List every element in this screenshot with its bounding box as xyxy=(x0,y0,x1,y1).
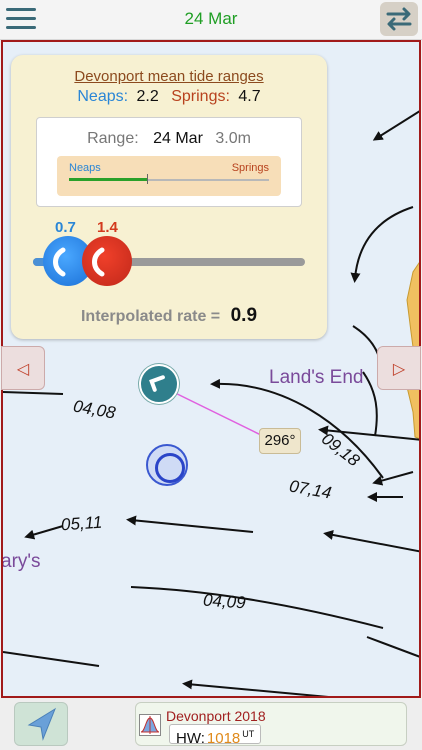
stream-arrow xyxy=(126,515,254,533)
previous-hour-button[interactable]: ◁ xyxy=(1,346,45,390)
navigation-arrow-icon xyxy=(27,707,57,741)
clock-icon xyxy=(149,375,165,392)
range-fill xyxy=(69,178,147,181)
range-bar-neaps-label: Neaps xyxy=(69,162,101,174)
mean-ranges: Neaps: 2.2 Springs: 4.7 xyxy=(11,88,327,106)
bottom-bar: Devonport 2018 HW: 1018 UT xyxy=(0,698,422,750)
stream-arrow xyxy=(350,206,414,283)
location-marker[interactable] xyxy=(146,444,188,486)
chevron-right-icon: ▷ xyxy=(392,361,406,378)
range-indicator: Neaps Springs xyxy=(57,156,281,196)
hw-unit: UT xyxy=(242,729,255,739)
tidal-diamond-marker[interactable] xyxy=(139,364,179,404)
hw-label: HW: xyxy=(176,730,205,747)
station-name: Devonport 2018 xyxy=(166,708,266,724)
stream-arrow xyxy=(3,391,64,395)
chevron-left-icon: ◁ xyxy=(16,361,30,378)
next-hour-button[interactable]: ▷ xyxy=(377,346,421,390)
place-label-st-marys: ary's xyxy=(1,551,41,572)
stream-arrow xyxy=(323,530,419,553)
knob-highlight-icon xyxy=(92,247,105,277)
stream-arrow xyxy=(24,525,64,540)
stream-arrow xyxy=(362,371,378,437)
springs-rate-label: 1.4 xyxy=(97,219,118,236)
neaps-label: Neaps: xyxy=(77,88,129,105)
panel-title: Devonport mean tide ranges xyxy=(74,68,264,85)
bearing-line xyxy=(162,386,266,438)
stream-rate-label: 05,11 xyxy=(60,512,103,535)
stream-arrow xyxy=(182,679,329,696)
range-bar-springs-label: Springs xyxy=(231,162,269,174)
range-readout: Range: 24 Mar 3.0m xyxy=(37,130,301,148)
date-title[interactable]: 24 Mar xyxy=(0,9,422,29)
swap-icon xyxy=(386,7,412,31)
range-box: Range: 24 Mar 3.0m Neaps Springs xyxy=(36,117,302,207)
range-label: Range: xyxy=(87,130,139,147)
stream-arrow xyxy=(366,636,419,658)
interpolated-rate-value: 0.9 xyxy=(230,305,258,326)
high-water-time: HW: 1018 UT xyxy=(169,724,262,747)
stream-arrow xyxy=(372,110,419,141)
tide-range-panel: Devonport mean tide ranges Neaps: 2.2 Sp… xyxy=(11,55,327,339)
locate-button[interactable] xyxy=(14,702,68,746)
hw-time: 1018 xyxy=(206,730,241,747)
place-label-lands-end: Land's End xyxy=(269,367,364,388)
stream-rate-label: 04,09 xyxy=(202,590,247,613)
neaps-value: 2.2 xyxy=(136,88,159,105)
stream-arrow xyxy=(130,586,384,629)
springs-label: Springs: xyxy=(171,88,230,105)
neaps-rate-label: 0.7 xyxy=(55,219,76,236)
tide-station-button[interactable]: Devonport 2018 HW: 1018 UT xyxy=(135,702,407,747)
range-position-tick xyxy=(147,174,148,184)
range-date: 24 Mar xyxy=(153,130,203,147)
top-bar: 24 Mar xyxy=(0,0,422,40)
bearing-badge: 296° xyxy=(259,428,301,454)
stream-arrow xyxy=(3,651,100,667)
interpolated-rate-label: Interpolated rate = xyxy=(80,308,221,325)
interpolated-rate: Interpolated rate = 0.9 xyxy=(11,305,327,327)
springs-value: 4.7 xyxy=(238,88,261,105)
springs-rate-knob[interactable] xyxy=(82,236,132,286)
swap-button[interactable] xyxy=(380,2,418,36)
range-value: 3.0m xyxy=(215,130,251,147)
tide-graph-icon xyxy=(139,714,161,736)
